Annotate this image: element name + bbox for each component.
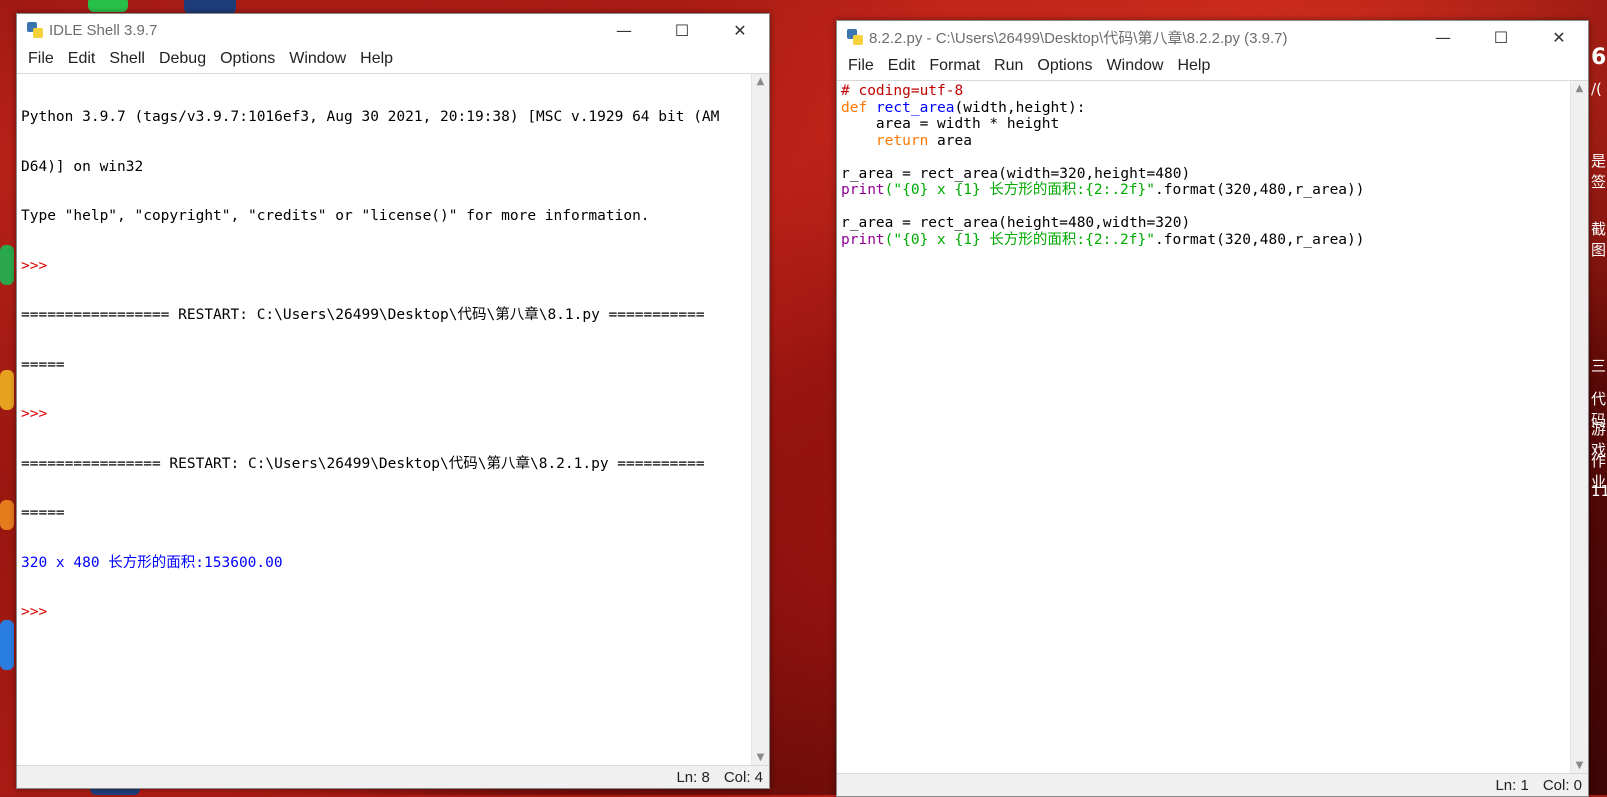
- code-token: r_area = rect_area(width=320,height=480): [841, 165, 1191, 182]
- code-token: def: [841, 99, 868, 116]
- shell-menubar: File Edit Shell Debug Options Window Hel…: [17, 46, 769, 72]
- desktop-fragment: 6: [1591, 45, 1607, 70]
- desktop-fragment: 是签: [1591, 152, 1607, 191]
- menu-help[interactable]: Help: [353, 50, 400, 68]
- code-line: # coding=utf-8: [841, 83, 1566, 100]
- code-line: r_area = rect_area(height=480,width=320): [841, 215, 1566, 232]
- desktop-app-icon[interactable]: [88, 0, 128, 12]
- menu-debug[interactable]: Debug: [152, 50, 213, 68]
- code-token: .format(320,480,r_area)): [1154, 182, 1365, 198]
- code-token: ("{0} x {1} 长方形的面积:{2:.2f}": [884, 231, 1155, 248]
- desktop-fragment: 截图: [1591, 220, 1607, 259]
- scroll-down-arrow-icon[interactable]: ▼: [1571, 758, 1588, 774]
- menu-shell[interactable]: Shell: [102, 50, 152, 68]
- menu-run[interactable]: Run: [987, 57, 1030, 75]
- editor-menubar: File Edit Format Run Options Window Help: [837, 53, 1588, 79]
- code-editor[interactable]: # coding=utf-8 def rect_area(width,height…: [837, 80, 1588, 774]
- maximize-button[interactable]: ☐: [653, 14, 711, 46]
- code-text: # coding=utf-8 def rect_area(width,height…: [837, 81, 1570, 250]
- vertical-scrollbar[interactable]: ▲ ▼: [1570, 81, 1588, 774]
- code-line: area = width * height: [841, 116, 1566, 133]
- shell-prompt: >>>: [21, 604, 56, 620]
- desktop-app-icon[interactable]: [0, 245, 14, 285]
- menu-format[interactable]: Format: [922, 57, 987, 75]
- close-button[interactable]: ✕: [711, 14, 769, 46]
- code-token: # coding=utf-8: [841, 83, 964, 99]
- scroll-up-arrow-icon[interactable]: ▲: [752, 74, 769, 90]
- shell-line: Type "help", "copyright", "credits" or "…: [21, 208, 650, 224]
- menu-edit[interactable]: Edit: [881, 57, 923, 75]
- menu-window[interactable]: Window: [1100, 57, 1171, 75]
- menu-file[interactable]: File: [841, 57, 881, 75]
- shell-titlebar[interactable]: IDLE Shell 3.9.7 — ☐ ✕: [17, 14, 769, 46]
- idle-shell-window[interactable]: IDLE Shell 3.9.7 — ☐ ✕ File Edit Shell D…: [16, 13, 770, 789]
- shell-line: =====: [21, 356, 65, 373]
- code-line: r_area = rect_area(width=320,height=480): [841, 166, 1566, 183]
- desktop-app-icon[interactable]: [0, 370, 14, 410]
- col-indicator: Col: 0: [1542, 776, 1582, 794]
- code-token: rect_area: [875, 99, 955, 116]
- desktop-fragment: 11-: [1591, 482, 1607, 500]
- python-icon: [27, 22, 43, 38]
- window-title: IDLE Shell 3.9.7: [49, 21, 158, 39]
- python-file-icon: [847, 29, 863, 45]
- shell-statusbar: Ln: 8 Col: 4: [17, 765, 769, 788]
- shell-output[interactable]: Python 3.9.7 (tags/v3.9.7:1016ef3, Aug 3…: [17, 73, 769, 766]
- code-line: print("{0} x {1} 长方形的面积:{2:.2f}".format(…: [841, 232, 1566, 249]
- scroll-down-arrow-icon[interactable]: ▼: [752, 750, 769, 766]
- code-line: print("{0} x {1} 长方形的面积:{2:.2f}".format(…: [841, 182, 1566, 199]
- desktop-fragment: /(: [1591, 80, 1602, 98]
- code-line: return area: [841, 133, 1566, 150]
- idle-editor-window[interactable]: 8.2.2.py - C:\Users\26499\Desktop\代码\第八章…: [836, 20, 1589, 797]
- vertical-scrollbar[interactable]: ▲ ▼: [751, 74, 769, 766]
- window-title: 8.2.2.py - C:\Users\26499\Desktop\代码\第八章…: [869, 29, 1288, 47]
- code-token: print: [841, 231, 885, 248]
- shell-prompt: >>>: [21, 257, 56, 274]
- minimize-button[interactable]: —: [1414, 21, 1472, 53]
- line-indicator: Ln: 1: [1495, 776, 1529, 794]
- menu-help[interactable]: Help: [1170, 57, 1217, 75]
- menu-edit[interactable]: Edit: [61, 50, 103, 68]
- shell-line: =====: [21, 505, 65, 521]
- minimize-button[interactable]: —: [595, 14, 653, 46]
- menu-file[interactable]: File: [21, 50, 61, 68]
- close-button[interactable]: ✕: [1530, 21, 1588, 53]
- shell-text: Python 3.9.7 (tags/v3.9.7:1016ef3, Aug 3…: [17, 74, 751, 656]
- code-token: .format(320,480,r_area)): [1154, 231, 1365, 248]
- shell-line: ================= RESTART: C:\Users\2649…: [21, 307, 705, 323]
- line-indicator: Ln: 8: [676, 768, 710, 786]
- desktop-app-icon[interactable]: [0, 500, 14, 530]
- shell-output-line: 320 x 480 长方形的面积:153600.00: [21, 554, 283, 571]
- code-token: area: [928, 132, 972, 149]
- code-token: return: [875, 132, 929, 149]
- editor-statusbar: Ln: 1 Col: 0: [837, 773, 1588, 796]
- col-indicator: Col: 4: [723, 768, 763, 786]
- shell-line: Python 3.9.7 (tags/v3.9.7:1016ef3, Aug 3…: [21, 109, 720, 125]
- desktop-fragment: 三: [1591, 357, 1607, 375]
- code-token: area = width * height: [841, 116, 1060, 132]
- code-token: r_area = rect_area(height=480,width=320): [841, 215, 1191, 231]
- editor-titlebar[interactable]: 8.2.2.py - C:\Users\26499\Desktop\代码\第八章…: [837, 21, 1588, 53]
- code-line: def rect_area(width,height):: [841, 100, 1566, 117]
- shell-line: D64)] on win32: [21, 158, 144, 175]
- desktop-app-icon[interactable]: [0, 620, 14, 670]
- code-token: print: [841, 182, 885, 198]
- menu-options[interactable]: Options: [1030, 57, 1099, 75]
- menu-options[interactable]: Options: [213, 50, 282, 68]
- shell-prompt: >>>: [21, 406, 56, 422]
- desktop-app-icon[interactable]: [184, 0, 236, 14]
- scroll-up-arrow-icon[interactable]: ▲: [1571, 81, 1588, 97]
- code-token: (width,height):: [954, 99, 1086, 116]
- code-token: ("{0} x {1} 长方形的面积:{2:.2f}": [884, 182, 1155, 198]
- maximize-button[interactable]: ☐: [1472, 21, 1530, 53]
- menu-window[interactable]: Window: [282, 50, 353, 68]
- shell-line: ================ RESTART: C:\Users\26499…: [21, 455, 705, 472]
